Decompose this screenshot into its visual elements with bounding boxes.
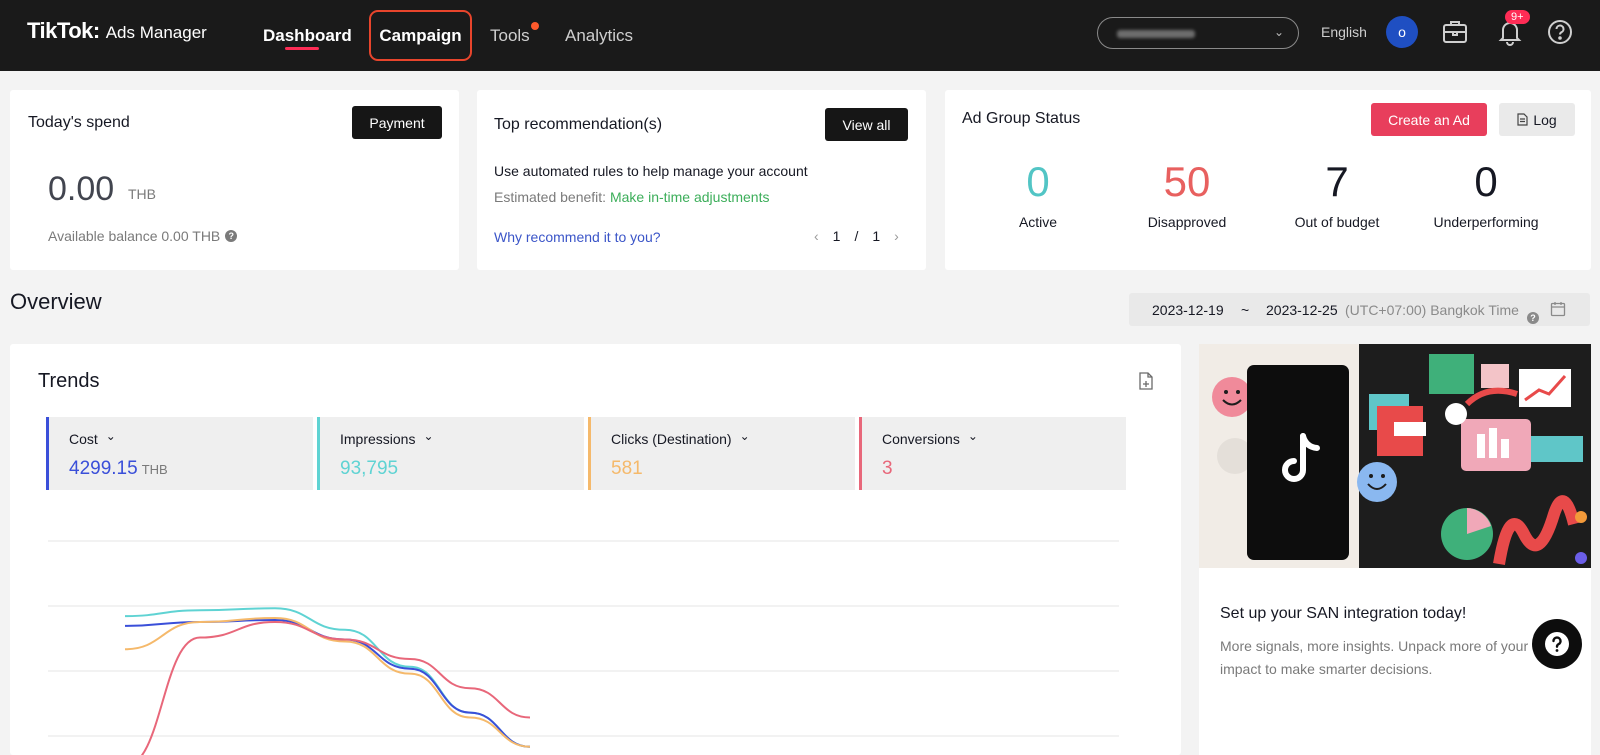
chevron-right-icon[interactable]: › bbox=[894, 228, 899, 244]
status-stat-label: Out of budget bbox=[1294, 214, 1380, 230]
product-name: Ads Manager bbox=[105, 23, 207, 42]
floating-help-button[interactable] bbox=[1532, 619, 1582, 669]
notification-badge: 9+ bbox=[1505, 10, 1530, 24]
tiktok-ads-manager-logo[interactable]: TikTok : Ads Manager bbox=[27, 18, 207, 44]
estimated-benefit: Estimated benefit: Make in-time adjustme… bbox=[494, 189, 769, 205]
status-stat-value: 0 bbox=[1026, 158, 1050, 205]
nav-analytics[interactable]: Analytics bbox=[565, 0, 633, 71]
nav-campaign[interactable]: Campaign bbox=[369, 10, 472, 61]
date-start: 2023-12-19 bbox=[1152, 302, 1224, 318]
benefit-label: Estimated benefit: bbox=[494, 189, 607, 205]
log-button-label: Log bbox=[1533, 111, 1557, 128]
briefcase-icon[interactable] bbox=[1441, 18, 1469, 51]
benefit-value: Make in-time adjustments bbox=[609, 189, 770, 205]
timezone-label: (UTC+07:00) Bangkok Time bbox=[1345, 302, 1519, 318]
nav-analytics-label: Analytics bbox=[565, 25, 634, 45]
calendar-icon[interactable] bbox=[1550, 301, 1566, 320]
account-name-blurred bbox=[1117, 30, 1195, 38]
tools-notification-dot bbox=[531, 22, 539, 30]
recommendation-pager: ‹ 1 / 1 › bbox=[814, 228, 899, 244]
chevron-down-icon: ⌄ bbox=[1273, 25, 1284, 39]
language-switcher[interactable]: English bbox=[1321, 24, 1367, 40]
help-icon[interactable] bbox=[1546, 18, 1574, 51]
top-navigation-bar: TikTok : Ads Manager Dashboard Campaign … bbox=[0, 0, 1600, 71]
ad-group-status-card: Ad Group Status Create an Ad Log 0 Active… bbox=[945, 90, 1591, 270]
account-selector[interactable]: ⌄ bbox=[1097, 17, 1299, 49]
status-stat-label: Disapproved bbox=[1147, 214, 1227, 230]
recommendations-card: Top recommendation(s) View all Use autom… bbox=[477, 90, 926, 270]
promo-description: More signals, more insights. Unpack more… bbox=[1220, 638, 1529, 677]
date-end: 2023-12-25 bbox=[1266, 302, 1338, 318]
brand-colon: : bbox=[92, 18, 100, 43]
promo-banner-image bbox=[1199, 344, 1591, 568]
promo-title: Set up your SAN integration today! bbox=[1220, 605, 1467, 622]
available-balance-label: Available balance 0.00 THB bbox=[48, 228, 221, 244]
avatar[interactable]: o bbox=[1386, 16, 1418, 48]
active-tab-indicator bbox=[285, 47, 319, 50]
status-stat-value: 7 bbox=[1325, 158, 1349, 205]
todays-spend-title: Today's spend bbox=[28, 114, 130, 131]
trends-line-chart bbox=[48, 540, 1119, 755]
status-stat-underperforming[interactable]: 0 Underperforming bbox=[1411, 158, 1561, 230]
status-stat-out-of-budget[interactable]: 7 Out of budget bbox=[1262, 158, 1412, 230]
trends-card: Trends Cost ⌄ 4299.15 THB Impressions ⌄ 93,795… bbox=[10, 344, 1181, 755]
nav-tools-label: Tools bbox=[490, 25, 530, 45]
page-current: 1 bbox=[832, 228, 841, 244]
brand-name: TikTok bbox=[27, 18, 93, 43]
status-stat-active[interactable]: 0 Active bbox=[963, 158, 1113, 230]
nav-campaign-label: Campaign bbox=[379, 25, 462, 45]
nav-dashboard-label: Dashboard bbox=[263, 25, 352, 45]
spend-currency: THB bbox=[128, 186, 156, 202]
view-all-button[interactable]: View all bbox=[825, 108, 908, 141]
ad-group-status-title: Ad Group Status bbox=[962, 110, 1081, 127]
promo-card: Set up your SAN integration today! More … bbox=[1199, 344, 1591, 755]
nav-tools[interactable]: Tools bbox=[490, 0, 539, 71]
payment-button[interactable]: Payment bbox=[352, 106, 442, 139]
overview-title: Overview bbox=[10, 289, 102, 314]
why-recommend-link[interactable]: Why recommend it to you? bbox=[494, 229, 661, 245]
series-line-conversions bbox=[140, 620, 531, 755]
nav-dashboard[interactable]: Dashboard bbox=[263, 0, 352, 71]
spend-value: 0.00 bbox=[48, 170, 115, 208]
chevron-left-icon[interactable]: ‹ bbox=[814, 228, 819, 244]
status-stat-value: 50 bbox=[1163, 158, 1211, 205]
todays-spend-card: Today's spend Payment 0.00 THB Available… bbox=[10, 90, 459, 270]
question-mark-icon bbox=[1545, 632, 1569, 656]
info-icon[interactable]: ? bbox=[225, 230, 238, 242]
date-range-picker[interactable]: 2023-12-19 ~ 2023-12-25 (UTC+07:00) Bang… bbox=[1129, 293, 1590, 326]
page-total: 1 bbox=[872, 228, 881, 244]
status-stat-label: Underperforming bbox=[1433, 214, 1539, 230]
status-stat-label: Active bbox=[1018, 214, 1058, 230]
recommendations-title: Top recommendation(s) bbox=[494, 116, 663, 133]
date-separator: ~ bbox=[1241, 302, 1250, 318]
page-separator: / bbox=[854, 228, 859, 244]
series-line-impressions bbox=[124, 607, 531, 748]
log-button[interactable]: Log bbox=[1499, 103, 1575, 136]
create-ad-button[interactable]: Create an Ad bbox=[1371, 103, 1487, 136]
status-stat-disapproved[interactable]: 50 Disapproved bbox=[1112, 158, 1262, 230]
status-stat-value: 0 bbox=[1474, 158, 1498, 205]
recommendation-text: Use automated rules to help manage your … bbox=[494, 163, 808, 179]
available-balance: Available balance 0.00 THB ? bbox=[48, 228, 238, 244]
document-icon bbox=[1517, 113, 1528, 126]
